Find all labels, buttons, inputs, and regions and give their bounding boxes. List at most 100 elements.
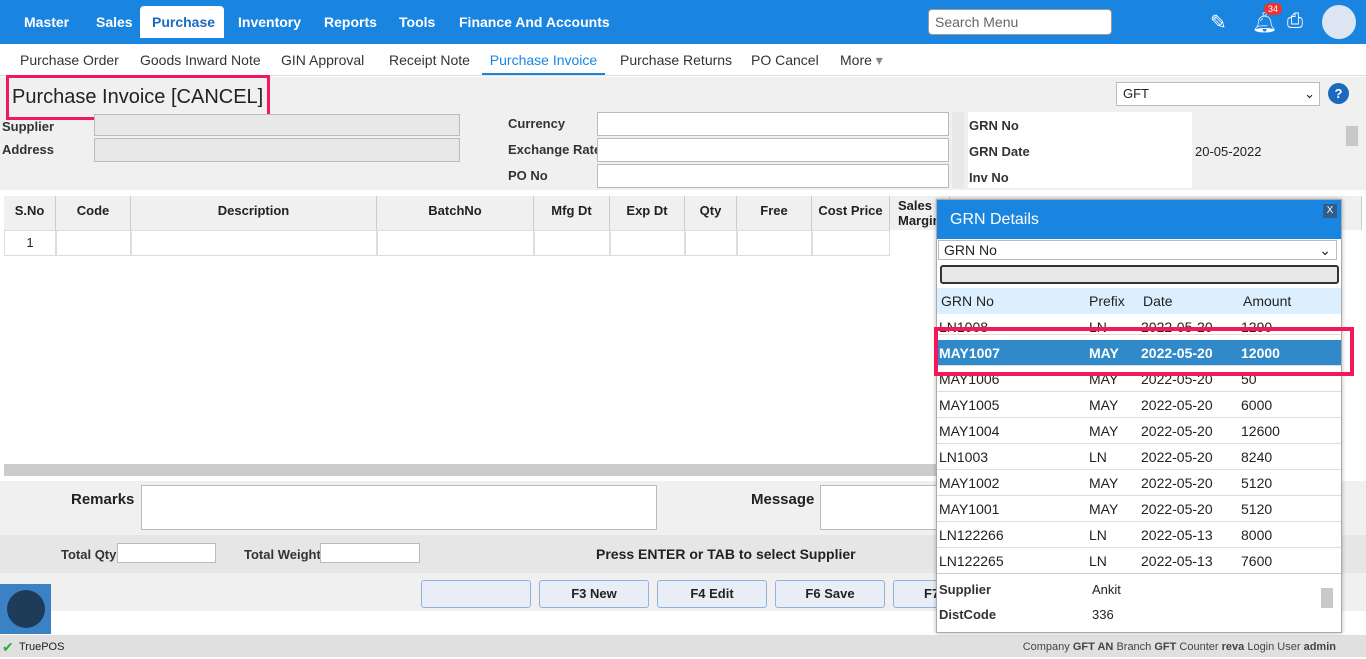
detail-distcode-label: DistCode xyxy=(939,607,997,622)
amount-cell: 5120 xyxy=(1241,501,1273,517)
nav-sales[interactable]: Sales xyxy=(84,6,145,38)
counter-value: reva xyxy=(1221,641,1245,653)
col-date: Date xyxy=(1143,293,1173,309)
filter-select[interactable]: GRN No ⌄ xyxy=(938,240,1337,260)
grn-no-label: GRN No xyxy=(969,118,1019,133)
nav-reports[interactable]: Reports xyxy=(312,6,389,38)
grn-no-cell: LN1003 xyxy=(939,449,989,465)
total-weight-input[interactable] xyxy=(320,543,420,563)
status-bar: ✔ TruePOS Company GFT AN Branch GFT Coun… xyxy=(0,635,1366,657)
col-description: Description xyxy=(131,196,377,230)
remarks-textarea[interactable] xyxy=(141,485,657,530)
support-avatar-icon[interactable] xyxy=(0,584,51,634)
amount-cell: 7600 xyxy=(1241,553,1273,569)
prefix-cell: MAY xyxy=(1089,475,1119,491)
cell-exp[interactable] xyxy=(610,230,685,256)
nav-inventory[interactable]: Inventory xyxy=(226,6,313,38)
filter-input[interactable] xyxy=(940,265,1339,284)
tab-goods-inward-note[interactable]: Goods Inward Note xyxy=(140,52,261,68)
cell-cost[interactable] xyxy=(812,230,890,256)
company-value: GFT AN xyxy=(1072,641,1114,653)
detail-supplier-label: Supplier xyxy=(939,582,992,597)
help-icon[interactable]: ? xyxy=(1328,83,1349,104)
cell-mfg[interactable] xyxy=(534,230,610,256)
grn-row[interactable]: MAY1005 MAY 2022-05-20 6000 xyxy=(937,392,1341,418)
grn-no-cell: MAY1001 xyxy=(939,501,1000,517)
exchange-rate-input[interactable] xyxy=(597,138,949,162)
notification-badge: 34 xyxy=(1264,3,1283,15)
cell-batchno[interactable] xyxy=(377,230,534,256)
col-prefix: Prefix xyxy=(1089,293,1125,309)
search-input[interactable]: Search Menu xyxy=(928,9,1112,35)
user-label: Login User xyxy=(1247,641,1301,653)
grn-no-cell: MAY1005 xyxy=(939,397,1000,413)
filter-select-value: GRN No xyxy=(944,242,997,258)
edit-button[interactable]: F4 Edit xyxy=(657,580,767,608)
close-button[interactable]: X xyxy=(1323,204,1337,218)
scrollbar[interactable] xyxy=(952,112,964,188)
branch-select[interactable]: GFT ⌄ xyxy=(1116,82,1320,106)
blank-button[interactable] xyxy=(421,580,531,608)
tab-purchase-invoice[interactable]: Purchase Invoice xyxy=(482,52,605,75)
date-cell: 2022-05-20 xyxy=(1141,423,1213,439)
counter-label: Counter xyxy=(1179,641,1219,653)
currency-label: Currency xyxy=(508,116,566,131)
total-weight-label: Total Weight xyxy=(244,547,321,562)
po-no-input[interactable] xyxy=(597,164,949,188)
grn-row[interactable]: MAY1002 MAY 2022-05-20 5120 xyxy=(937,470,1341,496)
brush-icon[interactable]: ✎ xyxy=(1210,10,1227,35)
app-name: TruePOS xyxy=(19,641,65,653)
grn-row[interactable]: MAY1004 MAY 2022-05-20 12600 xyxy=(937,418,1341,444)
branch-label: Branch xyxy=(1116,641,1152,653)
cell-description[interactable] xyxy=(131,230,377,256)
grn-row[interactable]: LN122265 LN 2022-05-13 7600 xyxy=(937,548,1341,574)
tab-purchase-returns[interactable]: Purchase Returns xyxy=(620,52,732,68)
address-input[interactable] xyxy=(94,138,460,162)
col-qty: Qty xyxy=(685,196,737,230)
horizontal-scrollbar[interactable] xyxy=(4,464,944,476)
chevron-down-icon: ⌄ xyxy=(1304,86,1315,101)
tab-gin-approval[interactable]: GIN Approval xyxy=(281,52,364,68)
date-cell: 2022-05-13 xyxy=(1141,527,1213,543)
col-code: Code xyxy=(56,196,131,230)
top-nav: Master Sales Purchase Inventory Reports … xyxy=(0,0,1366,44)
nav-purchase[interactable]: Purchase xyxy=(140,6,224,38)
new-button[interactable]: F3 New xyxy=(539,580,649,608)
total-qty-label: Total Qty xyxy=(61,547,117,562)
grn-row[interactable]: LN1003 LN 2022-05-20 8240 xyxy=(937,444,1341,470)
grn-no-cell: LN122266 xyxy=(939,527,1004,543)
date-cell: 2022-05-20 xyxy=(1141,449,1213,465)
cell-code[interactable] xyxy=(56,230,131,256)
total-qty-input[interactable] xyxy=(117,543,216,563)
nav-tools[interactable]: Tools xyxy=(387,6,447,38)
company-label: Company xyxy=(1022,641,1070,653)
amount-cell: 8240 xyxy=(1241,449,1273,465)
tab-receipt-note[interactable]: Receipt Note xyxy=(389,52,470,68)
user-avatar[interactable] xyxy=(1322,5,1356,39)
printer-icon[interactable]: ⎙ xyxy=(1287,10,1303,33)
supplier-label: Supplier xyxy=(2,119,55,134)
grn-details-dialog: GRN Details X GRN No ⌄ GRN No Prefix Date… xyxy=(936,199,1342,633)
scrollbar[interactable] xyxy=(1346,126,1358,146)
tab-po-cancel[interactable]: PO Cancel xyxy=(751,52,819,68)
caret-down-icon: ▾ xyxy=(875,52,883,68)
grn-row[interactable]: LN122266 LN 2022-05-13 8000 xyxy=(937,522,1341,548)
dialog-table-header: GRN No Prefix Date Amount xyxy=(937,288,1341,314)
grn-no-cell: LN122265 xyxy=(939,553,1004,569)
date-cell: 2022-05-20 xyxy=(1141,501,1213,517)
scrollbar[interactable] xyxy=(1321,588,1333,608)
nav-finance[interactable]: Finance And Accounts xyxy=(447,6,622,38)
cell-free[interactable] xyxy=(737,230,812,256)
more-label: More xyxy=(840,52,872,68)
grn-row[interactable]: MAY1001 MAY 2022-05-20 5120 xyxy=(937,496,1341,522)
save-button[interactable]: F6 Save xyxy=(775,580,885,608)
supplier-input[interactable] xyxy=(94,114,460,136)
grn-date-label: GRN Date xyxy=(969,144,1030,159)
tab-more[interactable]: More ▾ xyxy=(840,52,883,69)
tab-purchase-order[interactable]: Purchase Order xyxy=(20,52,119,68)
message-textarea[interactable] xyxy=(820,485,940,530)
session-info: Company GFT AN Branch GFT Counter reva L… xyxy=(1023,635,1336,659)
currency-input[interactable] xyxy=(597,112,949,136)
nav-master[interactable]: Master xyxy=(12,6,81,38)
cell-qty[interactable] xyxy=(685,230,737,256)
